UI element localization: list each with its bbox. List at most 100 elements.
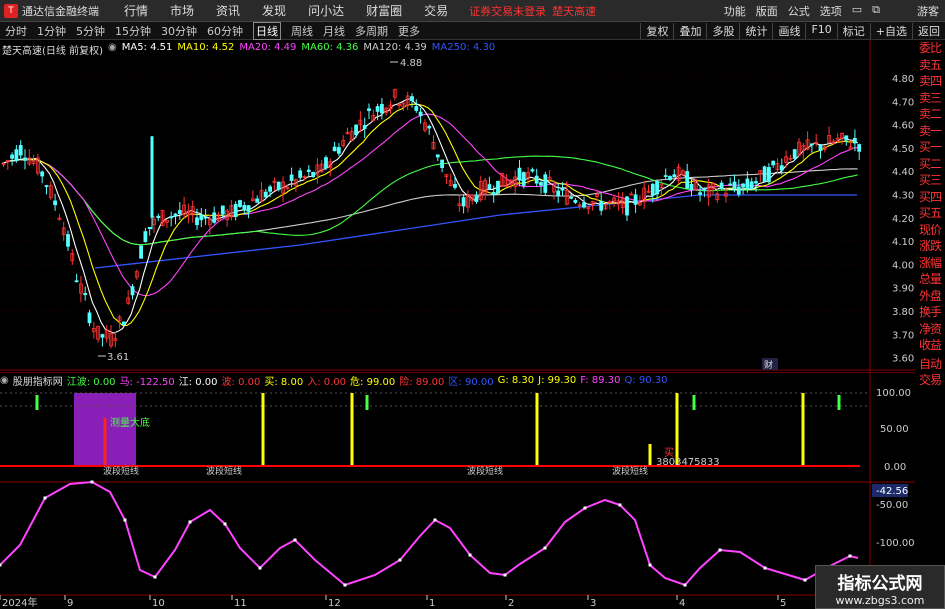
ind-value: 马: -122.50 <box>119 377 175 388</box>
ind-value: 入: 0.00 <box>307 377 347 388</box>
quote-side-panel: 委比 卖五 卖四 卖三 卖二 卖一 买一 买二 买三 买四 买五 现价 涨跌 涨… <box>915 40 945 387</box>
indicator-current-value: -42.56 <box>876 486 908 497</box>
ma20-label: MA20: 4.49 <box>239 42 297 53</box>
ind-value: J: 99.30 <box>538 375 577 386</box>
band-label-1: 波段短线 <box>103 465 139 477</box>
panel-item[interactable]: 换手 <box>915 304 945 321</box>
price-tick-label: 4.70 <box>892 97 914 108</box>
svg-text:-50.00: -50.00 <box>876 500 908 511</box>
stock-label: 楚天高速(日线 前复权) <box>2 46 103 57</box>
ma10-line <box>1 103 858 327</box>
panel-item[interactable]: 卖五 <box>915 57 945 74</box>
ind-value: G: 8.30 <box>497 375 535 386</box>
indicator-panel-1: 测量大底 波段短线 波段短线 波段短线 波段短线 买 3803475833 <box>0 392 870 477</box>
phone-annotation: 3803475833 <box>656 457 720 468</box>
panel-item[interactable]: 委比 <box>915 40 945 57</box>
indicator-axis: 100.00 50.00 0.00 -42.56 -50.00 -100.00 <box>872 388 915 549</box>
ind-value: 买: 8.00 <box>264 377 304 388</box>
date-tick-label: 9 <box>67 598 73 609</box>
date-tick-label: 10 <box>152 598 165 609</box>
low-price-label: 3.61 <box>107 352 129 363</box>
band-label-2: 波段短线 <box>206 465 242 477</box>
candlesticks <box>1 88 862 349</box>
indicator-name[interactable]: 股朋指标网 <box>13 373 63 388</box>
panel-item[interactable]: 现价 <box>915 222 945 239</box>
svg-text:-100.00: -100.00 <box>876 538 915 549</box>
date-tick-label: 5 <box>780 598 786 609</box>
indicator-values-bar: ◉ 股朋指标网 江波: 0.00 马: -122.50 江: 0.00 波: 0… <box>0 372 915 388</box>
panel-item[interactable]: 涨幅 <box>915 255 945 272</box>
panel-item[interactable]: 收益 <box>915 337 945 354</box>
ind-value: 波: 0.00 <box>221 377 261 388</box>
panel-item[interactable]: 买三 <box>915 172 945 189</box>
date-axis: 2024年 9 10 11 12 1 2 3 4 5 <box>0 595 786 609</box>
date-tick-label: 11 <box>234 598 247 609</box>
ma5-label: MA5: 4.51 <box>121 42 173 53</box>
svg-text:100.00: 100.00 <box>876 388 911 399</box>
ma5-line <box>1 98 858 334</box>
price-tick-label: 4.20 <box>892 214 914 225</box>
ma60-line <box>1 155 858 246</box>
price-tick-label: 3.70 <box>892 330 914 341</box>
price-tick-label: 3.80 <box>892 307 914 318</box>
panel-item[interactable]: 自动 <box>915 356 945 373</box>
indicator-dropdown-icon[interactable]: ◉ <box>0 375 9 386</box>
ma60-label: MA60: 4.36 <box>301 42 359 53</box>
panel-item[interactable]: 净资 <box>915 321 945 338</box>
panel-item[interactable]: 卖三 <box>915 90 945 107</box>
date-tick-label: 12 <box>328 598 341 609</box>
panel-item[interactable]: 外盘 <box>915 288 945 305</box>
kline-chart[interactable]: 4.80 4.70 4.60 4.50 4.40 4.30 4.20 4.10 4.00 3.90… <box>0 0 945 609</box>
price-tick-label: 4.50 <box>892 144 914 155</box>
panel-item[interactable]: 涨跌 <box>915 238 945 255</box>
price-axis: 4.80 4.70 4.60 4.50 4.40 4.30 4.20 4.10 4.00 3.90… <box>0 74 914 365</box>
date-tick-label: 2 <box>508 598 514 609</box>
date-tick-label: 4 <box>679 598 685 609</box>
panel-item[interactable]: 卖二 <box>915 106 945 123</box>
ma120-line <box>1 158 858 246</box>
price-tick-label: 4.40 <box>892 167 914 178</box>
panel-item[interactable]: 卖一 <box>915 123 945 140</box>
date-tick-label: 1 <box>429 598 435 609</box>
indicator-panel-2 <box>0 480 859 587</box>
ind-value: Q: 90.30 <box>624 375 668 386</box>
ind-value: 险: 89.00 <box>399 377 445 388</box>
ind-value: 危: 99.00 <box>350 377 396 388</box>
price-tick-label: 3.90 <box>892 284 914 295</box>
site-watermark: 指标公式网 www.zbgs3.com <box>815 565 945 609</box>
svg-text:0.00: 0.00 <box>884 462 906 473</box>
watermark-line1: 指标公式网 <box>837 574 923 594</box>
dropdown-icon[interactable]: ◉ <box>108 42 117 57</box>
ma250-line <box>94 194 857 269</box>
price-tick-label: 4.80 <box>892 74 914 85</box>
ind-value: 区: 90.00 <box>448 377 494 388</box>
panel-item[interactable]: 买二 <box>915 156 945 173</box>
band-label-3: 波段短线 <box>467 465 503 477</box>
date-tick-label: 3 <box>590 598 596 609</box>
price-tick-label: 4.30 <box>892 191 914 202</box>
ind-value: 江: 0.00 <box>178 377 218 388</box>
price-tick-label: 4.60 <box>892 121 914 132</box>
svg-text:50.00: 50.00 <box>880 424 909 435</box>
panel-item[interactable]: 卖四 <box>915 73 945 90</box>
bottom-annotation: 测量大底 <box>110 416 150 429</box>
panel-item[interactable]: 总量 <box>915 271 945 288</box>
ma120-label: MA120: 4.39 <box>363 42 427 53</box>
price-tick-label: 4.00 <box>892 260 914 271</box>
panel-item[interactable]: 交易 <box>915 372 945 389</box>
finance-marker[interactable]: 财 <box>764 359 773 371</box>
ind-value: 江波: 0.00 <box>66 377 116 388</box>
price-tick-label: 4.10 <box>892 237 914 248</box>
ma-legend: 楚天高速(日线 前复权) ◉ MA5: 4.51 MA10: 4.52 MA20… <box>2 42 495 57</box>
date-tick-label: 2024年 <box>2 596 37 609</box>
ma250-label: MA250: 4.30 <box>431 42 496 53</box>
band-label-4: 波段短线 <box>612 465 648 477</box>
ma20-line <box>1 113 858 297</box>
panel-item[interactable]: 买四 <box>915 189 945 206</box>
ind-value: F: 89.30 <box>580 375 621 386</box>
ma10-label: MA10: 4.52 <box>177 42 235 53</box>
high-price-label: 4.88 <box>400 58 422 69</box>
watermark-line2: www.zbgs3.com <box>835 594 925 607</box>
panel-item[interactable]: 买一 <box>915 139 945 156</box>
panel-item[interactable]: 买五 <box>915 205 945 222</box>
